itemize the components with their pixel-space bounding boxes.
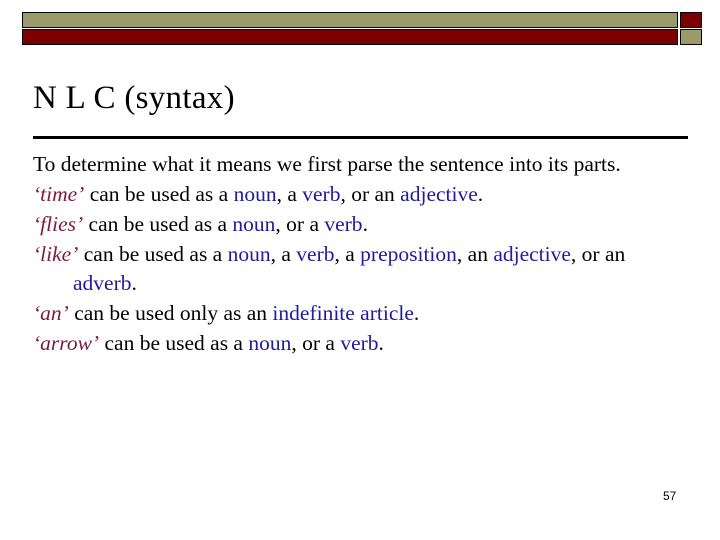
part-of-speech-adjective: adjective [493, 242, 571, 266]
text-run: can be used as a [99, 331, 249, 355]
quoted-word-an: ‘an’ [33, 301, 69, 325]
body-paragraph-an: ‘an’ can be used only as an indefinite a… [33, 299, 693, 328]
text-run: can be used only as an [68, 301, 273, 325]
part-of-speech-noun: noun [232, 212, 276, 236]
text-run: . [477, 182, 484, 206]
text-run: , a [276, 182, 303, 206]
part-of-speech-verb: verb [302, 182, 341, 206]
quoted-word-arrow: ‘arrow’ [33, 331, 100, 355]
part-of-speech-indefinite-article: indefinite article [272, 301, 414, 325]
text-run: , a [270, 242, 297, 266]
text-run: , an [456, 242, 494, 266]
text-run: To determine what it means we first pars… [33, 152, 621, 176]
page-number: 57 [663, 489, 677, 503]
quoted-word-flies: ‘flies’ [33, 212, 84, 236]
part-of-speech-verb: verb [296, 242, 335, 266]
part-of-speech-verb: verb [324, 212, 363, 236]
text-run: . [378, 331, 384, 355]
text-run: , or a [291, 331, 341, 355]
header-bar-row-bottom [22, 29, 702, 45]
text-run: , a [334, 242, 361, 266]
text-run: . [362, 212, 368, 236]
part-of-speech-preposition: preposition [360, 242, 457, 266]
body-paragraph-time: ‘time’ can be used as a noun, a verb, or… [33, 180, 693, 209]
header-square-olive [680, 29, 702, 45]
body-paragraph-flies: ‘flies’ can be used as a noun, or a verb… [33, 210, 693, 239]
text-run: can be used as a [78, 242, 228, 266]
title-divider [33, 136, 688, 139]
text-run: , or an [340, 182, 401, 206]
part-of-speech-noun: noun [248, 331, 292, 355]
text-run: can be used as a [83, 212, 233, 236]
header-bar-row-top [22, 12, 702, 28]
text-run: . [413, 301, 420, 325]
body-paragraph-arrow: ‘arrow’ can be used as a noun, or a verb… [33, 329, 693, 358]
body-paragraph-intro: To determine what it means we first pars… [33, 150, 693, 179]
body-paragraph-like: ‘like’ can be used as a noun, a verb, a … [33, 240, 693, 298]
header-decoration [22, 12, 702, 46]
text-run: . [131, 271, 137, 295]
part-of-speech-noun: noun [233, 182, 277, 206]
text-run: can be used as a [84, 182, 234, 206]
text-run: , or a [275, 212, 325, 236]
part-of-speech-noun: noun [227, 242, 271, 266]
part-of-speech-verb: verb [340, 331, 379, 355]
page-title: N L C (syntax) [33, 80, 235, 116]
quoted-word-like: ‘like’ [33, 242, 79, 266]
quoted-word-time: ‘time’ [33, 182, 85, 206]
part-of-speech-adjective: adjective [400, 182, 478, 206]
header-square-maroon [680, 12, 702, 28]
header-bar-olive [22, 12, 678, 28]
part-of-speech-adverb: adverb [73, 271, 132, 295]
header-bar-maroon [22, 29, 678, 45]
slide-body: To determine what it means we first pars… [33, 150, 693, 359]
text-run: , or an [570, 242, 626, 266]
